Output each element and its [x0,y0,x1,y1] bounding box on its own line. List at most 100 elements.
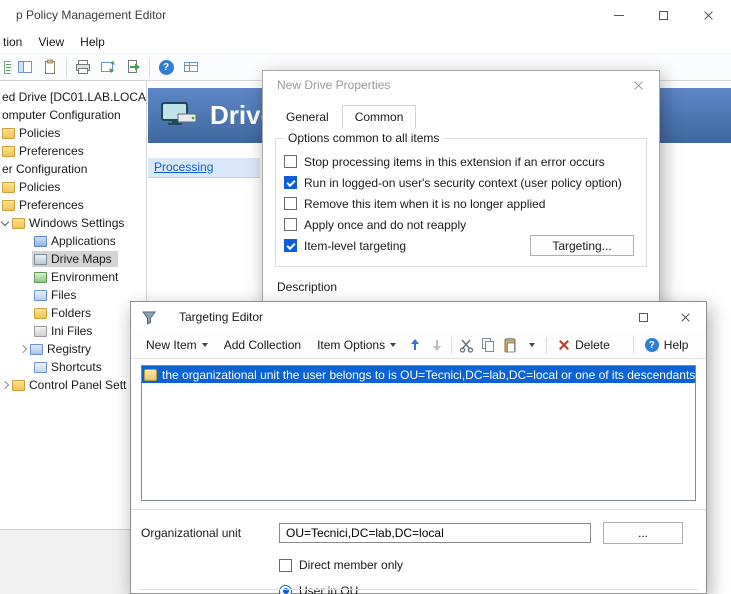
drive-dialog-titlebar[interactable]: New Drive Properties [263,71,659,99]
selected-tree-item: Drive Maps [32,251,118,267]
cut-button[interactable] [456,335,476,355]
move-up-button[interactable] [405,335,425,355]
item-options-button[interactable]: Item Options [310,335,403,355]
maximize-button[interactable] [641,0,686,30]
table-view-icon[interactable] [180,56,202,78]
sidebar-item-applications[interactable]: Applications [0,232,146,250]
targeting-dialog-titlebar[interactable]: Targeting Editor [131,302,706,332]
new-item-label: New Item [146,338,197,352]
sidebar-item-ini-files[interactable]: Ini Files [0,322,146,340]
drive-dialog-title: New Drive Properties [263,78,390,92]
sidebar-item-computer-configuration[interactable]: omputer Configuration [0,106,146,124]
chevron-down-icon[interactable] [1,218,9,226]
help-button[interactable]: ? Help [638,335,696,355]
help-label: Help [664,338,689,352]
tree-item-label: Windows Settings [29,216,124,230]
checkbox-run-in-user-context[interactable] [284,176,297,189]
tree-item-label: Policies [19,180,60,194]
folder-icon [12,380,25,391]
printer-icon[interactable] [72,56,94,78]
delete-label: Delete [575,338,610,352]
menu-action[interactable]: tion [0,32,30,52]
sidebar-item-folders[interactable]: Folders [0,304,146,322]
sidebar-item-control-panel-settings[interactable]: Control Panel Sett [0,376,146,394]
tree-item-label: Preferences [19,198,84,212]
sidebar-horizontal-scrollbar[interactable] [0,529,146,594]
main-window-titlebar[interactable]: p Policy Management Editor [0,0,731,30]
checkbox-apply-once[interactable] [284,218,297,231]
window-title: p Policy Management Editor [0,8,166,22]
tab-common[interactable]: Common [342,105,417,129]
processing-link[interactable]: Processing [148,158,260,178]
targeting-item-text: the organizational unit the user belongs… [162,368,695,382]
sidebar-item-drive-maps[interactable]: Drive Maps [0,250,146,268]
files-icon [34,290,47,301]
sidebar-item-files[interactable]: Files [0,286,146,304]
toolbar-separator [633,337,634,354]
help-badge: ? [159,60,174,75]
option-item-level-targeting: Item-level targeting Targeting... [284,235,638,256]
clipboard-icon[interactable] [39,56,61,78]
close-icon [633,80,644,91]
targeting-window-controls [622,302,706,332]
sidebar-item-policies-user[interactable]: Policies [0,178,146,196]
checkbox-stop-processing[interactable] [284,155,297,168]
export-list-icon[interactable] [0,56,11,78]
sidebar-item-preferences-user[interactable]: Preferences [0,196,146,214]
environment-icon [34,272,47,283]
panel-divider [139,589,698,590]
targeting-dialog-title: Targeting Editor [165,310,263,324]
menu-help[interactable]: Help [72,32,113,52]
targeting-list-item[interactable]: the organizational unit the user belongs… [142,366,695,383]
sidebar-item-registry[interactable]: Registry [0,340,146,358]
sidebar-item-shortcuts[interactable]: Shortcuts [0,358,146,376]
drive-dialog-close-button[interactable] [617,71,659,99]
direct-member-checkbox[interactable] [279,559,292,572]
sidebar-item-mapped-drive[interactable]: ed Drive [DC01.LAB.LOCA [0,88,146,106]
console-tree-panel: ed Drive [DC01.LAB.LOCA omputer Configur… [0,81,147,594]
option-label: Run in logged-on user's security context… [304,176,622,190]
chevron-right-icon[interactable] [1,381,9,389]
organizational-unit-input[interactable] [279,523,591,543]
move-down-button[interactable] [427,335,447,355]
tree-item-label: omputer Configuration [2,108,121,122]
sidebar-item-policies-computer[interactable]: Policies [0,124,146,142]
drive-dialog-tabs: General Common [263,105,659,129]
sidebar-item-windows-settings[interactable]: Windows Settings [0,214,146,232]
delete-x-icon [558,339,570,351]
console-tree-toggle-icon[interactable] [14,56,36,78]
option-apply-once: Apply once and do not reapply [284,214,638,235]
minimize-button[interactable] [596,0,641,30]
paste-options-button[interactable] [522,335,542,355]
help-icon: ? [645,338,659,352]
targeting-button[interactable]: Targeting... [530,235,634,256]
delete-button[interactable]: Delete [551,335,617,355]
folder-icon [12,218,25,229]
sidebar-item-user-configuration[interactable]: er Configuration [0,160,146,178]
tree-item-label: Folders [51,306,91,320]
targeting-toolbar: New Item Add Collection Item Options [131,332,706,359]
close-button[interactable] [686,0,731,30]
menu-view[interactable]: View [30,32,72,52]
tab-general[interactable]: General [273,105,342,129]
targeting-close-button[interactable] [664,302,706,332]
paste-button[interactable] [500,335,520,355]
browse-button[interactable]: ... [603,522,683,544]
refresh-icon[interactable] [97,56,119,78]
new-item-button[interactable]: New Item [139,335,215,355]
sidebar-item-preferences-computer[interactable]: Preferences [0,142,146,160]
copy-button[interactable] [478,335,498,355]
sidebar-item-environment[interactable]: Environment [0,268,146,286]
tree-item-label: Control Panel Sett [29,378,126,392]
maximize-icon [639,313,648,322]
scissors-icon [459,338,474,353]
targeting-maximize-button[interactable] [622,302,664,332]
export-report-icon[interactable] [122,56,144,78]
help-icon[interactable]: ? [155,56,177,78]
checkbox-item-level-targeting[interactable] [284,239,297,252]
add-collection-button[interactable]: Add Collection [217,335,308,355]
targeting-items-list[interactable]: the organizational unit the user belongs… [141,365,696,501]
chevron-right-icon[interactable] [19,345,27,353]
window-controls [596,0,731,30]
checkbox-remove-when-not-applied[interactable] [284,197,297,210]
